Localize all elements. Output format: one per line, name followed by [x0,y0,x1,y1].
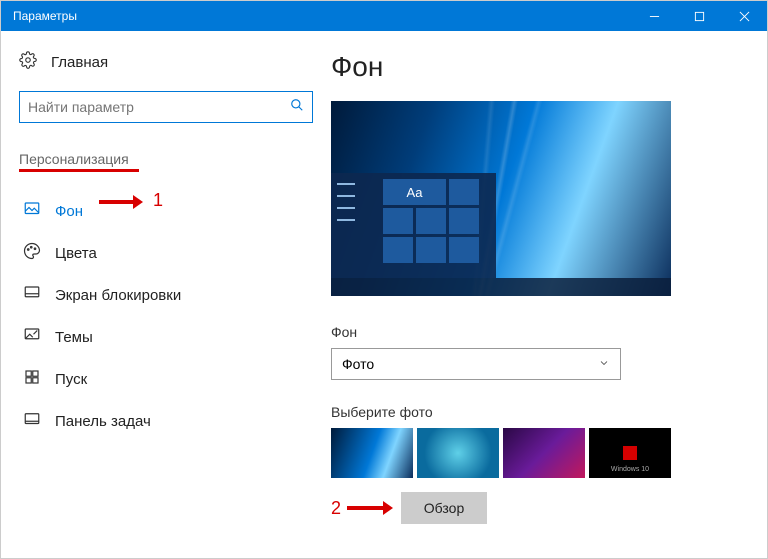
lockscreen-icon [23,284,41,306]
background-label: Фон [331,324,737,340]
gear-icon [19,51,37,73]
annotation-2: 2 [331,498,393,519]
start-icon [23,368,41,390]
photo-thumb-4[interactable]: Windows 10 [589,428,671,478]
picture-icon [23,200,41,222]
sidebar: Главная Персонализация Фон 1 Цвета Экран [1,31,331,558]
window-titlebar: Параметры [1,1,767,31]
palette-icon [23,242,41,264]
annotation-underline [19,169,139,172]
home-link[interactable]: Главная [19,51,313,73]
browse-button[interactable]: Обзор [401,492,487,524]
desktop-preview: Aa [331,101,671,296]
sidebar-item-label: Цвета [55,245,97,262]
photo-thumb-3[interactable] [503,428,585,478]
maximize-button[interactable] [677,1,722,31]
dropdown-value: Фото [342,356,374,372]
nav-list: Фон 1 Цвета Экран блокировки Темы Пуск [19,190,313,442]
choose-photo-label: Выберите фото [331,404,737,420]
sidebar-item-themes[interactable]: Темы [19,316,313,358]
background-dropdown[interactable]: Фото [331,348,621,380]
sidebar-item-label: Панель задач [55,413,151,430]
sidebar-item-label: Фон [55,203,83,220]
category-header: Персонализация [19,151,129,167]
sidebar-item-start[interactable]: Пуск [19,358,313,400]
window-title: Параметры [13,9,77,23]
themes-icon [23,326,41,348]
sidebar-item-colors[interactable]: Цвета [19,232,313,274]
photo-thumbnails: Windows 10 [331,428,737,478]
search-icon [290,98,304,117]
search-input[interactable] [28,99,290,115]
page-title: Фон [331,51,737,83]
annotation-1: 1 [99,192,143,210]
taskbar-icon [23,410,41,432]
sidebar-item-label: Экран блокировки [55,287,181,304]
sidebar-item-background[interactable]: Фон 1 [19,190,313,232]
sidebar-item-label: Пуск [55,371,87,388]
chevron-down-icon [598,356,610,372]
search-box[interactable] [19,91,313,123]
preview-sample-text: Aa [383,179,446,205]
sidebar-item-taskbar[interactable]: Панель задач [19,400,313,442]
sidebar-item-lockscreen[interactable]: Экран блокировки [19,274,313,316]
main-panel: Фон Aa Фон Фото Выберите фото [331,31,767,558]
home-label: Главная [51,54,108,71]
close-button[interactable] [722,1,767,31]
photo-thumb-1[interactable] [331,428,413,478]
minimize-button[interactable] [632,1,677,31]
photo-thumb-2[interactable] [417,428,499,478]
sidebar-item-label: Темы [55,329,93,346]
